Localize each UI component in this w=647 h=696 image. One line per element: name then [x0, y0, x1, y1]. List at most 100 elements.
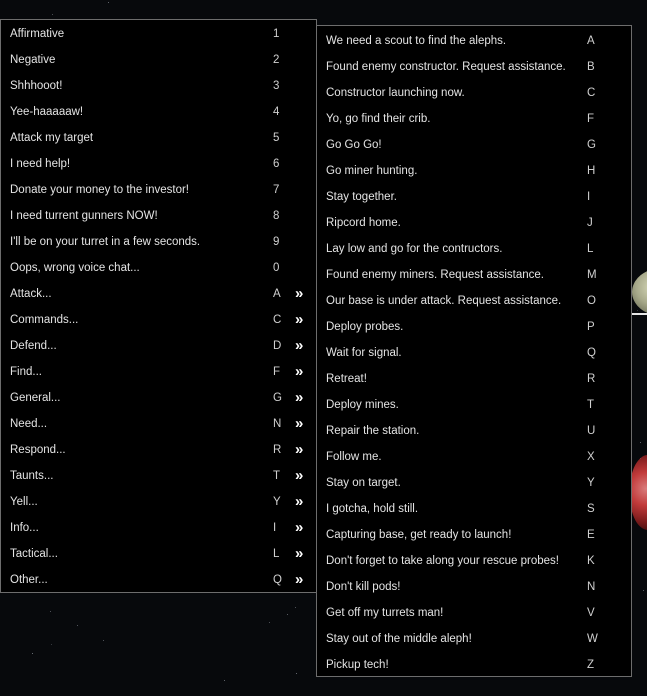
menu-item[interactable]: Yell... Y »	[1, 489, 316, 515]
menu-item[interactable]: Need... N »	[1, 411, 316, 437]
menu-item[interactable]: We need a scout to find the alephs. A	[317, 28, 631, 54]
menu-item[interactable]: Find... F »	[1, 359, 316, 385]
menu-item[interactable]: Attack my target 5	[1, 125, 316, 151]
menu-item[interactable]: I need help! 6	[1, 151, 316, 177]
menu-item-label: Commands...	[10, 314, 79, 326]
menu-item[interactable]: I gotcha, hold still. S	[317, 496, 631, 522]
star	[287, 614, 288, 615]
star	[269, 622, 270, 623]
menu-item[interactable]: Defend... D »	[1, 333, 316, 359]
menu-item-label: Our base is under attack. Request assist…	[326, 295, 562, 307]
menu-item-label: I need help!	[10, 158, 71, 170]
submenu-chevron-icon: »	[295, 519, 304, 536]
menu-item-hotkey: 3	[273, 80, 280, 92]
menu-item-label: Wait for signal.	[326, 347, 402, 359]
menu-item[interactable]: Wait for signal. Q	[317, 340, 631, 366]
menu-item-hotkey: K	[587, 555, 595, 567]
menu-item-hotkey: Q	[273, 574, 282, 586]
menu-item[interactable]: Ripcord home. J	[317, 210, 631, 236]
menu-item[interactable]: Oops, wrong voice chat... 0	[1, 255, 316, 281]
menu-item-hotkey: V	[587, 607, 595, 619]
menu-item-label: Attack...	[10, 288, 52, 300]
menu-item-hotkey: J	[587, 217, 593, 229]
menu-item-hotkey: E	[587, 529, 595, 541]
menu-item[interactable]: Other... Q »	[1, 567, 316, 593]
menu-item-hotkey: Z	[587, 659, 595, 671]
menu-item[interactable]: Don't forget to take along your rescue p…	[317, 548, 631, 574]
menu-item[interactable]: Donate your money to the investor! 7	[1, 177, 316, 203]
menu-item[interactable]: Go miner hunting. H	[317, 158, 631, 184]
menu-item-hotkey: B	[587, 61, 595, 73]
menu-item[interactable]: Yee-haaaaaw! 4	[1, 99, 316, 125]
menu-item[interactable]: Negative 2	[1, 47, 316, 73]
menu-item[interactable]: Don't kill pods! N	[317, 574, 631, 600]
submenu-chevron-icon: »	[295, 493, 304, 510]
star	[224, 680, 225, 681]
menu-item[interactable]: Pickup tech! Z	[317, 652, 631, 678]
menu-item-hotkey: 9	[273, 236, 280, 248]
menu-item-hotkey: S	[587, 503, 595, 515]
menu-item[interactable]: Commands... C »	[1, 307, 316, 333]
menu-item[interactable]: Attack... A »	[1, 281, 316, 307]
submenu-chevron-icon: »	[295, 441, 304, 458]
menu-item[interactable]: Get off my turrets man! V	[317, 600, 631, 626]
menu-item[interactable]: Taunts... T »	[1, 463, 316, 489]
menu-item-label: We need a scout to find the alephs.	[326, 35, 507, 47]
menu-item[interactable]: Capturing base, get ready to launch! E	[317, 522, 631, 548]
menu-item-label: Stay on target.	[326, 477, 401, 489]
star	[640, 442, 641, 443]
menu-item[interactable]: General... G »	[1, 385, 316, 411]
menu-item[interactable]: Follow me. X	[317, 444, 631, 470]
menu-item[interactable]: Respond... R »	[1, 437, 316, 463]
menu-item-hotkey: 7	[273, 184, 280, 196]
menu-item[interactable]: Deploy probes. P	[317, 314, 631, 340]
hud-indicator-line	[632, 313, 647, 315]
red-ship	[630, 455, 647, 530]
menu-item-label: Deploy probes.	[326, 321, 404, 333]
star	[640, 458, 641, 459]
menu-item[interactable]: Lay low and go for the contructors. L	[317, 236, 631, 262]
menu-item[interactable]: Shhhooot! 3	[1, 73, 316, 99]
menu-item-label: Stay together.	[326, 191, 397, 203]
menu-item-label: Don't kill pods!	[326, 581, 401, 593]
menu-item[interactable]: I need turrent gunners NOW! 8	[1, 203, 316, 229]
menu-item-hotkey: I	[587, 191, 591, 203]
menu-item-label: Yee-haaaaaw!	[10, 106, 84, 118]
submenu-chevron-icon: »	[295, 467, 304, 484]
menu-item[interactable]: Tactical... L »	[1, 541, 316, 567]
submenu-chevron-icon: »	[295, 363, 304, 380]
menu-item[interactable]: Deploy mines. T	[317, 392, 631, 418]
menu-item[interactable]: Info... I »	[1, 515, 316, 541]
menu-item[interactable]: Retreat! R	[317, 366, 631, 392]
menu-item-hotkey: P	[587, 321, 595, 333]
menu-item-hotkey: N	[587, 581, 596, 593]
menu-item-label: Info...	[10, 522, 39, 534]
menu-item-label: Find...	[10, 366, 42, 378]
menu-item[interactable]: Stay together. I	[317, 184, 631, 210]
menu-item[interactable]: Affirmative 1	[1, 21, 316, 47]
menu-item-label: Follow me.	[326, 451, 382, 463]
menu-item-label: Retreat!	[326, 373, 367, 385]
menu-item[interactable]: I'll be on your turret in a few seconds.…	[1, 229, 316, 255]
star	[108, 2, 109, 3]
star	[637, 310, 638, 311]
menu-item[interactable]: Found enemy miners. Request assistance. M	[317, 262, 631, 288]
menu-item[interactable]: Yo, go find their crib. F	[317, 106, 631, 132]
menu-item-hotkey: 6	[273, 158, 280, 170]
menu-item[interactable]: Go Go Go! G	[317, 132, 631, 158]
menu-item-hotkey: Q	[587, 347, 596, 359]
menu-item[interactable]: Found enemy constructor. Request assista…	[317, 54, 631, 80]
menu-item-label: Oops, wrong voice chat...	[10, 262, 140, 274]
menu-item-label: Repair the station.	[326, 425, 420, 437]
menu-item-label: Found enemy miners. Request assistance.	[326, 269, 544, 281]
menu-item-label: Ripcord home.	[326, 217, 401, 229]
menu-item[interactable]: Stay out of the middle aleph! W	[317, 626, 631, 652]
voice-chat-menu: Affirmative 1 Negative 2 Shhhooot! 3 Yee-haaaa…	[0, 19, 317, 593]
submenu-chevron-icon: »	[295, 285, 304, 302]
menu-item[interactable]: Our base is under attack. Request assist…	[317, 288, 631, 314]
star	[50, 611, 51, 612]
menu-item-label: Go Go Go!	[326, 139, 382, 151]
menu-item[interactable]: Constructor launching now. C	[317, 80, 631, 106]
menu-item[interactable]: Repair the station. U	[317, 418, 631, 444]
menu-item[interactable]: Stay on target. Y	[317, 470, 631, 496]
